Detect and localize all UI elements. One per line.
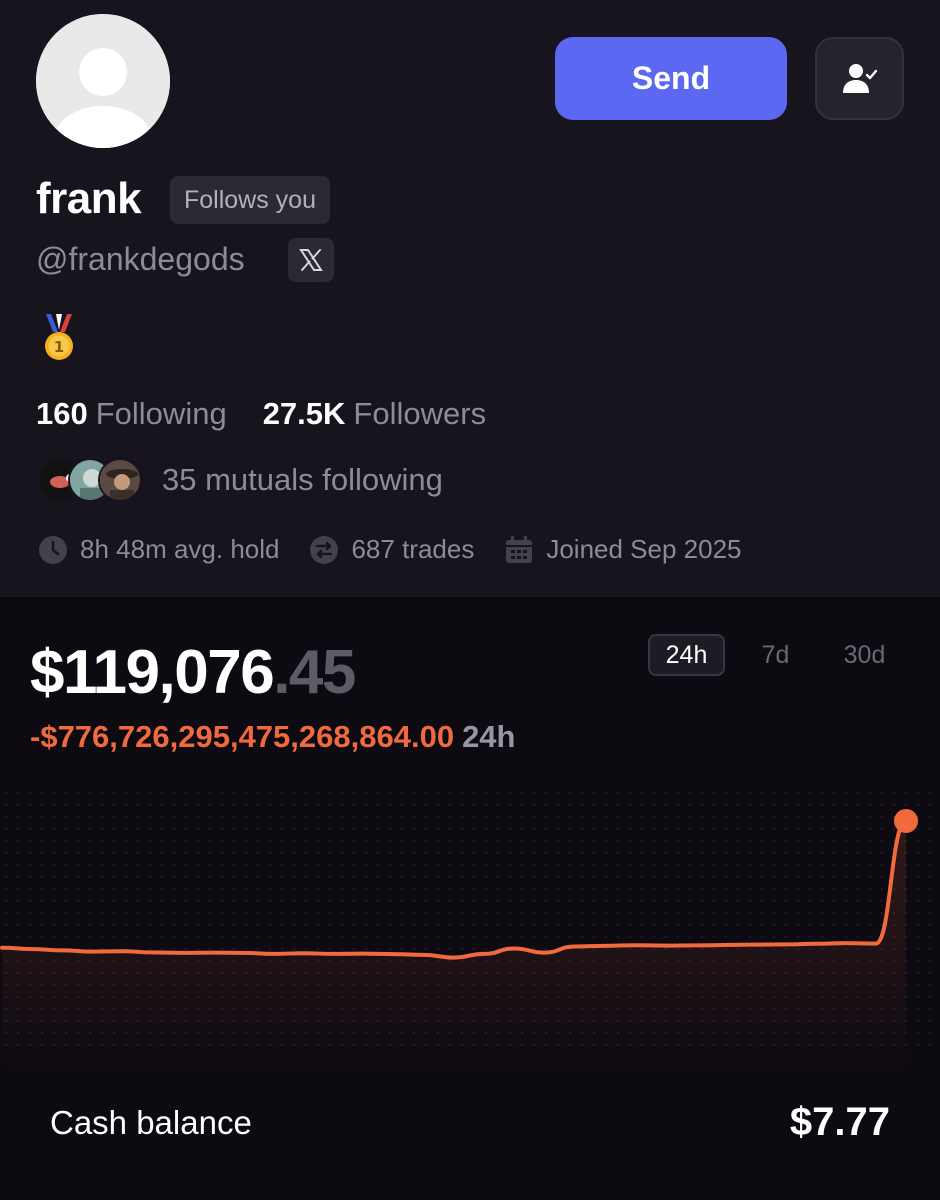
following-label: Following xyxy=(95,396,227,431)
portfolio-value-cents: .45 xyxy=(273,638,356,707)
change-period: 24h xyxy=(462,719,516,754)
send-button[interactable]: Send xyxy=(555,37,787,120)
following-stat[interactable]: 160 Following xyxy=(36,396,227,432)
time-range-selector: 24h 7d 30d xyxy=(648,634,915,676)
chart-area-fill xyxy=(2,821,906,1077)
gold-medal-icon: 1 xyxy=(42,314,76,367)
mutuals-row[interactable]: 35 mutuals following xyxy=(38,458,443,502)
portfolio-value-main: $119,076 xyxy=(30,638,275,707)
range-24h-button[interactable]: 24h xyxy=(648,634,725,676)
followers-stat[interactable]: 27.5K Followers xyxy=(263,396,486,432)
user-check-icon xyxy=(842,63,877,93)
portfolio-line-chart xyxy=(0,809,918,1077)
avg-hold-item: 8h 48m avg. hold xyxy=(38,534,279,565)
change-amount: -$776,726,295,475,268,864.00 xyxy=(30,719,455,754)
portfolio-value: $119,076.45 xyxy=(30,637,356,708)
svg-text:1: 1 xyxy=(54,338,64,356)
portfolio-change: -$776,726,295,475,268,864.00 24h xyxy=(30,719,515,755)
joined-item: Joined Sep 2025 xyxy=(504,534,742,565)
trades-text: 687 trades xyxy=(351,534,475,564)
swap-icon xyxy=(310,535,339,564)
follow-stats: 160 Following 27.5K Followers xyxy=(36,396,486,432)
range-7d-button[interactable]: 7d xyxy=(737,634,814,676)
profile-header: Send frank Follows you @frankdegods 1 16 xyxy=(0,0,940,597)
x-logo-icon xyxy=(299,249,323,271)
default-avatar-icon xyxy=(36,14,170,148)
cash-balance-value: $7.77 xyxy=(789,1100,890,1144)
cash-balance-label: Cash balance xyxy=(50,1104,252,1141)
mutuals-text: 35 mutuals following xyxy=(162,462,443,497)
profile-avatar[interactable] xyxy=(36,14,170,148)
x-link-button[interactable] xyxy=(288,238,334,282)
trades-item: 687 trades xyxy=(309,534,474,565)
send-button-label: Send xyxy=(631,60,711,96)
chart-series-line xyxy=(0,819,908,960)
mutual-avatar xyxy=(98,458,142,502)
profile-handle: @frankdegods xyxy=(36,241,245,277)
profile-meta: 8h 48m avg. hold 687 trades Joined Sep 2… xyxy=(38,534,772,565)
following-count: 160 xyxy=(36,396,88,431)
calendar-icon xyxy=(506,535,533,563)
follows-you-badge: Follows you xyxy=(170,176,330,224)
range-30d-button[interactable]: 30d xyxy=(826,634,903,676)
avg-hold-text: 8h 48m avg. hold xyxy=(80,534,280,564)
followers-count: 27.5K xyxy=(262,396,346,431)
profile-name: frank xyxy=(36,174,142,223)
follows-you-label: Follows you xyxy=(184,185,316,214)
clock-icon xyxy=(39,535,67,564)
following-status-button[interactable] xyxy=(815,37,904,120)
chart-current-point[interactable] xyxy=(894,809,918,833)
followers-label: Followers xyxy=(353,396,487,431)
joined-text: Joined Sep 2025 xyxy=(546,534,742,564)
portfolio-section: $119,076.45 -$776,726,295,475,268,864.00… xyxy=(0,597,940,1200)
